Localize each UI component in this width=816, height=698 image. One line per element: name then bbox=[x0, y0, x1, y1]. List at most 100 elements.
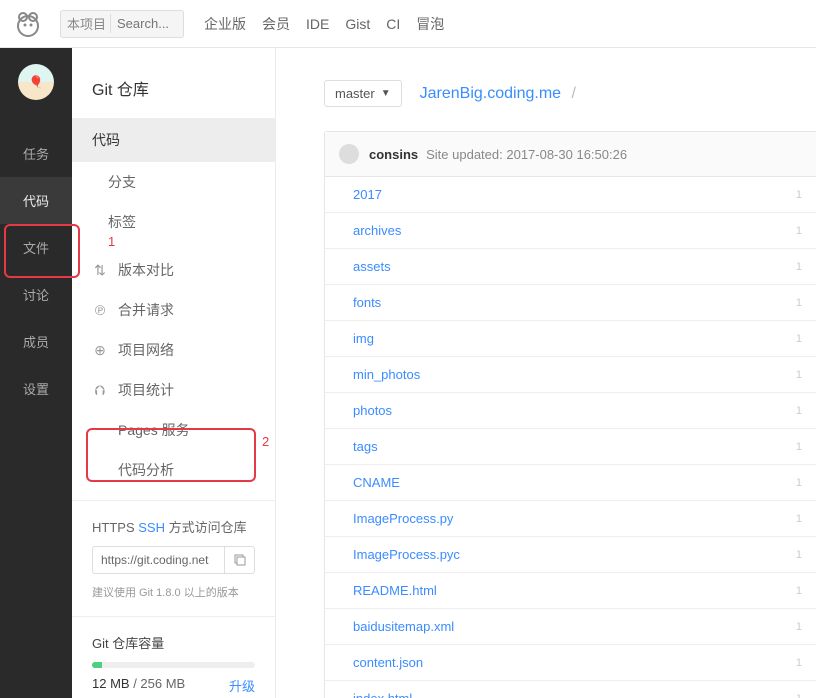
file-row[interactable]: fonts 1 bbox=[325, 285, 816, 321]
topnav-maopao[interactable]: 冒泡 bbox=[416, 14, 444, 34]
topnav-member[interactable]: 会员 bbox=[262, 14, 290, 34]
midnav-compare[interactable]: ⇅版本对比 bbox=[72, 250, 275, 290]
merge-icon: ℗ bbox=[92, 302, 108, 318]
file-name[interactable]: img bbox=[353, 331, 374, 346]
midnav-network[interactable]: ⊕项目网络 bbox=[72, 330, 275, 370]
sidebar-settings[interactable]: 设置 bbox=[0, 365, 72, 412]
midnav-stats[interactable]: ⮉项目统计 bbox=[72, 370, 275, 410]
file-name[interactable]: 2017 bbox=[353, 187, 382, 202]
mid-title: Git 仓库 bbox=[72, 48, 275, 118]
file-name[interactable]: assets bbox=[353, 259, 391, 274]
file-row[interactable]: README.html1 bbox=[325, 573, 816, 609]
topnav-ci[interactable]: CI bbox=[386, 16, 400, 32]
storage-fill bbox=[92, 662, 102, 668]
primary-sidebar: 🎈 任务 代码 文件 讨论 成员 设置 bbox=[0, 48, 72, 698]
file-row[interactable]: photos 1 bbox=[325, 393, 816, 429]
clone-section: HTTPS SSH 方式访问仓库 建议使用 Git 1.8.0 以上的版本 bbox=[72, 500, 275, 616]
search-box[interactable]: 本项目 bbox=[60, 10, 184, 38]
repo-path: JarenBig.coding.me / bbox=[420, 85, 582, 103]
clone-copy-button[interactable] bbox=[225, 546, 255, 574]
file-row[interactable]: archives 1 bbox=[325, 213, 816, 249]
midnav-tags[interactable]: 标签 bbox=[72, 202, 275, 242]
file-row[interactable]: content.json1 bbox=[325, 645, 816, 681]
midnav-analysis[interactable]: 代码分析 bbox=[72, 450, 275, 490]
breadcrumb: master ▼ JarenBig.coding.me / bbox=[324, 80, 816, 107]
file-trail: 1 bbox=[796, 297, 802, 309]
storage-usage: 12 MB / 256 MB bbox=[92, 676, 185, 695]
topnav-ide[interactable]: IDE bbox=[306, 16, 329, 32]
search-scope: 本项目 bbox=[67, 14, 111, 33]
file-list: consins Site updated: 2017-08-30 16:50:2… bbox=[324, 131, 816, 698]
branch-selector[interactable]: master ▼ bbox=[324, 80, 402, 107]
midnav-code[interactable]: 代码 bbox=[72, 118, 275, 162]
stats-icon: ⮉ bbox=[92, 382, 108, 399]
clone-tabs: HTTPS SSH 方式访问仓库 bbox=[92, 517, 255, 536]
sidebar-files[interactable]: 文件 bbox=[0, 224, 72, 271]
file-row[interactable]: baidusitemap.xml 1 bbox=[325, 609, 816, 645]
file-name[interactable]: fonts bbox=[353, 295, 381, 310]
file-row[interactable]: ImageProcess.pyc 1 bbox=[325, 537, 816, 573]
file-row[interactable]: assets 1 bbox=[325, 249, 816, 285]
file-trail: 1 bbox=[796, 441, 802, 453]
file-trail: 1 bbox=[796, 189, 802, 201]
sidebar-discuss[interactable]: 讨论 bbox=[0, 271, 72, 318]
midnav-branches[interactable]: 分支 bbox=[72, 162, 275, 202]
commit-message: Site updated: 2017-08-30 16:50:26 bbox=[426, 147, 627, 162]
midnav-pages[interactable]: Pages 服务 bbox=[72, 410, 275, 450]
file-trail: 1 bbox=[796, 261, 802, 273]
topbar: 本项目 企业版 会员 IDE Gist CI 冒泡 bbox=[0, 0, 816, 48]
repo-name[interactable]: JarenBig.coding.me bbox=[420, 85, 561, 102]
file-name[interactable]: index.html bbox=[353, 691, 412, 698]
file-trail: 1 bbox=[796, 369, 802, 381]
sidebar-members[interactable]: 成员 bbox=[0, 318, 72, 365]
file-row[interactable]: tags 1 bbox=[325, 429, 816, 465]
copy-icon bbox=[233, 553, 247, 567]
storage-upgrade-link[interactable]: 升级 bbox=[229, 676, 255, 695]
clone-url-input[interactable] bbox=[92, 546, 225, 574]
search-input[interactable] bbox=[117, 16, 177, 31]
secondary-sidebar: Git 仓库 代码 分支 标签 ⇅版本对比 ℗合并请求 ⊕项目网络 ⮉项目统计 … bbox=[72, 48, 276, 698]
file-row[interactable]: index.html 1 bbox=[325, 681, 816, 698]
file-trail: 1 bbox=[796, 549, 802, 561]
file-name[interactable]: CNAME bbox=[353, 475, 400, 490]
file-name[interactable]: min_photos bbox=[353, 367, 420, 382]
sidebar-tasks[interactable]: 任务 bbox=[0, 130, 72, 177]
file-row[interactable]: CNAME 1 bbox=[325, 465, 816, 501]
caret-down-icon: ▼ bbox=[381, 88, 391, 99]
file-name[interactable]: ImageProcess.pyc bbox=[353, 547, 460, 562]
sidebar-code[interactable]: 代码 bbox=[0, 177, 72, 224]
file-trail: 1 bbox=[796, 621, 802, 633]
file-name[interactable]: tags bbox=[353, 439, 378, 454]
clone-tab-ssh[interactable]: SSH bbox=[138, 520, 165, 535]
clone-hint: 建议使用 Git 1.8.0 以上的版本 bbox=[92, 584, 255, 600]
file-name[interactable]: archives bbox=[353, 223, 401, 238]
file-trail: 1 bbox=[796, 477, 802, 489]
commit-author[interactable]: consins bbox=[369, 147, 418, 162]
topnav-gist[interactable]: Gist bbox=[345, 16, 370, 32]
file-trail: 1 bbox=[796, 225, 802, 237]
file-trail: 1 bbox=[796, 513, 802, 525]
clone-tab-https[interactable]: HTTPS bbox=[92, 520, 135, 535]
storage-bar bbox=[92, 662, 255, 668]
file-name[interactable]: README.html bbox=[353, 583, 437, 598]
storage-title: Git 仓库容量 bbox=[92, 633, 255, 652]
file-row[interactable]: min_photos 1 bbox=[325, 357, 816, 393]
file-trail: 1 bbox=[796, 333, 802, 345]
file-name[interactable]: photos bbox=[353, 403, 392, 418]
project-avatar[interactable]: 🎈 bbox=[18, 64, 54, 100]
storage-section: Git 仓库容量 12 MB / 256 MB 升级 bbox=[72, 616, 275, 695]
commit-header: consins Site updated: 2017-08-30 16:50:2… bbox=[325, 132, 816, 177]
file-name[interactable]: ImageProcess.py bbox=[353, 511, 453, 526]
file-row[interactable]: img 1 bbox=[325, 321, 816, 357]
topnav-enterprise[interactable]: 企业版 bbox=[204, 14, 246, 34]
file-name[interactable]: content.json bbox=[353, 655, 423, 670]
file-trail: 1 bbox=[796, 693, 802, 698]
clone-suffix: 方式访问仓库 bbox=[169, 520, 247, 535]
file-row[interactable]: ImageProcess.py 1 bbox=[325, 501, 816, 537]
midnav-merge[interactable]: ℗合并请求 bbox=[72, 290, 275, 330]
main-content: master ▼ JarenBig.coding.me / consins Si… bbox=[276, 48, 816, 698]
file-row[interactable]: 2017 1 bbox=[325, 177, 816, 213]
file-name[interactable]: baidusitemap.xml bbox=[353, 619, 454, 634]
file-trail: 1 bbox=[796, 405, 802, 417]
commit-avatar bbox=[339, 144, 359, 164]
